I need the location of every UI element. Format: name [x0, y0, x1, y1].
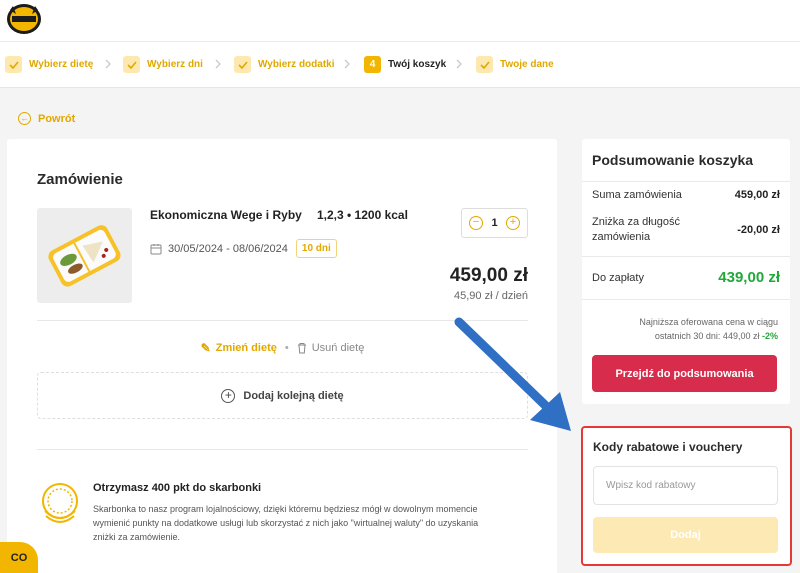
cart-summary: Podsumowanie koszyka Suma zamówienia 459…: [582, 139, 790, 404]
decrease-button[interactable]: −: [469, 216, 483, 230]
add-diet-button[interactable]: + Dodaj kolejną dietę: [37, 372, 528, 419]
date-range: 30/05/2024 - 08/06/2024 10 dni: [150, 239, 337, 258]
proceed-to-summary-button[interactable]: Przejdź do podsumowania: [592, 355, 777, 392]
divider: [37, 449, 528, 450]
chevron-right-icon: [105, 59, 111, 69]
quantity-stepper: − 1 +: [461, 208, 528, 238]
discount-code-input[interactable]: [593, 466, 778, 505]
dates-text: 30/05/2024 - 08/06/2024: [168, 242, 288, 255]
step-cart[interactable]: 4 Twój koszyk: [364, 55, 446, 74]
order-card: Zamówienie Ekonomiczna Wege i Ryby 1,2,3…: [7, 139, 557, 573]
back-label: Powrót: [38, 112, 76, 125]
checkout-steps: Wybierz dietę Wybierz dni Wybierz dodatk…: [0, 42, 800, 88]
arrow-left-icon: ←: [18, 112, 31, 125]
summary-title: Podsumowanie koszyka: [592, 152, 754, 168]
delete-diet-button[interactable]: Usuń dietę: [297, 342, 365, 354]
total-value: 439,00 zł: [718, 269, 780, 286]
chat-label: CO: [10, 551, 28, 564]
calendar-icon: [150, 243, 162, 254]
loyalty-title: Otrzymasz 400 pkt do skarbonki: [93, 482, 262, 494]
separator-dot: •: [284, 342, 289, 354]
divider: [582, 256, 790, 257]
loyalty-text: Skarbonka to nasz program lojalnościowy,…: [93, 504, 479, 542]
meal-tray-icon: [48, 225, 121, 287]
chevron-right-icon: [344, 59, 350, 69]
order-sum-row: Suma zamówienia 459,00 zł: [592, 189, 780, 201]
lowest-price-text: Najniższa oferowana cena w ciągu ostatni…: [639, 317, 778, 341]
chevron-right-icon: [456, 59, 462, 69]
discount-row: Zniżka za długość zamówienia -20,00 zł: [592, 215, 780, 245]
step-label: Wybierz dni: [147, 59, 203, 70]
order-sum-label: Suma zamówienia: [592, 189, 682, 201]
step-your-data[interactable]: Twoje dane: [476, 55, 554, 74]
apply-code-button[interactable]: Dodaj: [593, 517, 778, 553]
order-title: Zamówienie: [37, 171, 123, 188]
edit-diet-button[interactable]: ✎ Zmień dietę: [201, 341, 277, 355]
step-choose-days[interactable]: Wybierz dni: [123, 55, 203, 74]
back-link[interactable]: ← Powrót: [18, 112, 75, 125]
product-name: Ekonomiczna Wege i Ryby: [150, 208, 302, 222]
chat-widget-button[interactable]: CO: [0, 542, 38, 573]
top-bar: [0, 0, 800, 42]
price-per-day: 45,90 zł / dzień: [454, 290, 528, 302]
step-label: Twoje dane: [500, 59, 554, 70]
trash-icon: [297, 343, 306, 354]
delete-diet-label: Usuń dietę: [311, 342, 365, 354]
discount-value: -20,00 zł: [737, 224, 780, 236]
price: 459,00 zł: [449, 265, 528, 286]
check-icon: [5, 56, 22, 73]
check-icon: [234, 56, 251, 73]
product-meta: 1,2,3 • 1200 kcal: [317, 208, 408, 222]
edit-diet-label: Zmień dietę: [215, 342, 277, 354]
discount-codes-panel: Kody rabatowe i vouchery Dodaj: [581, 426, 792, 566]
divider: [582, 299, 790, 300]
increase-button[interactable]: +: [506, 216, 520, 230]
step-choose-diet[interactable]: Wybierz dietę: [5, 55, 93, 74]
product-image[interactable]: [37, 208, 132, 303]
diet-actions: ✎ Zmień dietę • Usuń dietę: [37, 341, 528, 355]
add-diet-label: Dodaj kolejną dietę: [243, 389, 344, 402]
step-label: Wybierz dietę: [29, 59, 94, 70]
divider: [582, 181, 790, 182]
step-choose-addons[interactable]: Wybierz dodatki: [234, 55, 335, 74]
codes-title: Kody rabatowe i vouchery: [593, 440, 743, 454]
step-number: 4: [364, 56, 381, 73]
step-label: Wybierz dodatki: [258, 59, 335, 70]
total-row: Do zapłaty 439,00 zł: [592, 269, 780, 286]
lowest-price-note: Najniższa oferowana cena w ciągu ostatni…: [603, 315, 778, 343]
plus-circle-icon: +: [221, 388, 236, 403]
check-icon: [123, 56, 140, 73]
lowest-price-pct: -2%: [761, 331, 778, 341]
quantity-value: 1: [491, 217, 498, 229]
order-sum-value: 459,00 zł: [734, 189, 780, 201]
pencil-icon: ✎: [200, 341, 211, 355]
chevron-right-icon: [215, 59, 221, 69]
discount-label: Zniżka za długość zamówienia: [592, 216, 681, 243]
days-badge: 10 dni: [295, 239, 337, 258]
total-label: Do zapłaty: [592, 271, 644, 284]
coins-icon: [42, 483, 78, 523]
divider: [37, 320, 528, 321]
brand-logo[interactable]: [4, 2, 44, 36]
check-icon: [476, 56, 493, 73]
step-label: Twój koszyk: [388, 59, 447, 70]
